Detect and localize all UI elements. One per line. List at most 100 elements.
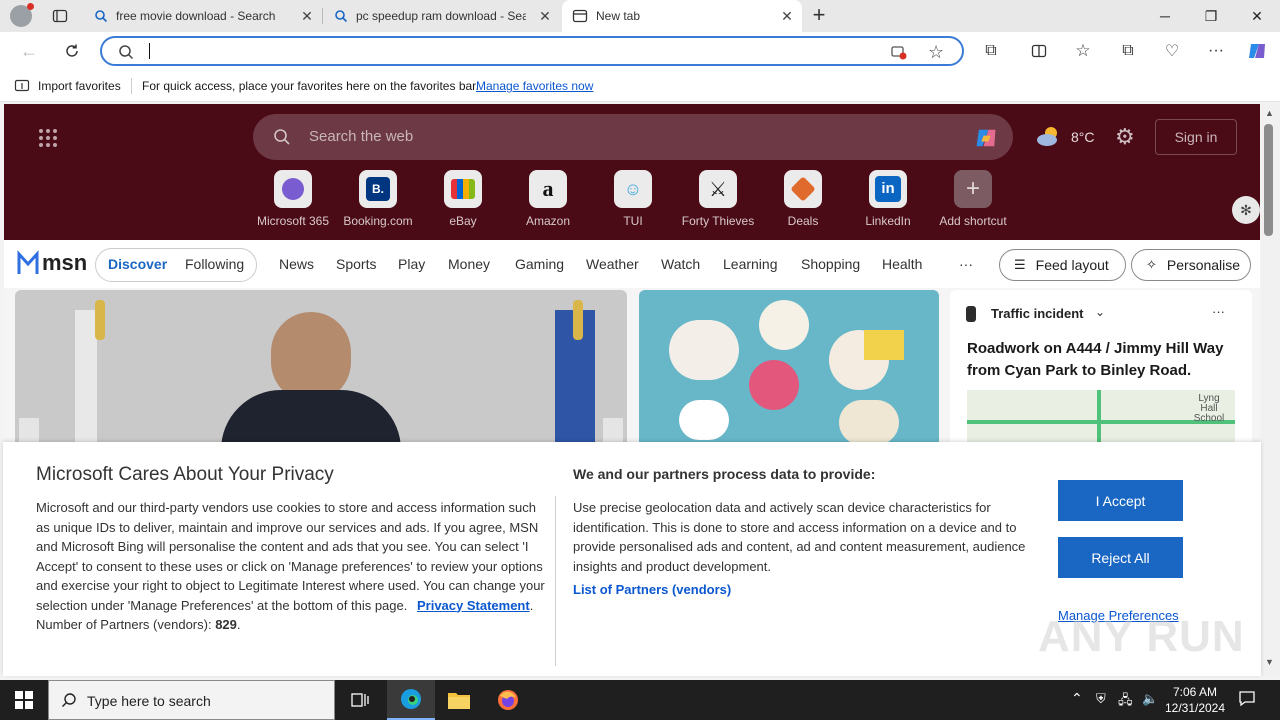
nav-news[interactable]: News bbox=[279, 256, 314, 272]
back-button[interactable]: ← bbox=[16, 38, 42, 64]
nav-health[interactable]: Health bbox=[882, 256, 922, 272]
nav-play[interactable]: Play bbox=[398, 256, 425, 272]
tab-pc-speedup[interactable]: pc speedup ram download - Search ✕ bbox=[324, 0, 560, 32]
close-icon[interactable]: ✕ bbox=[300, 9, 314, 23]
shortcut-ebay[interactable]: eBay bbox=[420, 170, 506, 228]
profile-avatar[interactable] bbox=[10, 3, 34, 27]
security-tray-icon[interactable]: ⛨ bbox=[1096, 691, 1106, 707]
list-of-partners-link[interactable]: List of Partners (vendors) bbox=[573, 582, 731, 597]
feed-layout-button[interactable]: ☰ Feed layout bbox=[999, 249, 1126, 281]
browser-toolbar: ← ☆ ⧉ ☆ ⧉ ♡ ··· bbox=[0, 32, 1280, 70]
app-launcher-icon[interactable] bbox=[38, 128, 58, 148]
shortcut-deals[interactable]: Deals bbox=[760, 170, 846, 228]
collections-icon[interactable]: ⧉ bbox=[1115, 38, 1141, 64]
tab-title: pc speedup ram download - Search bbox=[356, 9, 526, 23]
nav-sports[interactable]: Sports bbox=[336, 256, 376, 272]
food-image-card[interactable] bbox=[639, 290, 939, 450]
shortcut-tui[interactable]: ☺ TUI bbox=[590, 170, 676, 228]
taskbar-search-box[interactable]: Type here to search bbox=[48, 680, 335, 720]
extensions-icon[interactable]: ⧉ bbox=[978, 38, 1004, 64]
news-hero-card[interactable] bbox=[15, 290, 627, 450]
start-button[interactable] bbox=[0, 680, 48, 720]
deals-tag-icon bbox=[790, 176, 816, 202]
network-icon[interactable]: 🖧 bbox=[1118, 691, 1133, 713]
import-favorites-button[interactable]: Import favorites bbox=[38, 79, 121, 93]
shortcut-add[interactable]: + Add shortcut bbox=[930, 170, 1016, 228]
taskbar-clock[interactable]: 7:06 AM 12/31/2024 bbox=[1162, 684, 1228, 716]
edge-taskbar-icon[interactable] bbox=[387, 680, 435, 720]
personalise-button[interactable]: ✧ Personalise bbox=[1131, 249, 1251, 281]
msn-logo[interactable]: msn bbox=[16, 250, 87, 276]
import-favorites-icon[interactable] bbox=[14, 78, 30, 94]
nav-more-icon[interactable]: ··· bbox=[959, 256, 973, 272]
shortcut-microsoft-365[interactable]: Microsoft 365 bbox=[250, 170, 336, 228]
msn-header: Search the web 8°C ⚙ Sign in ✻ Microsoft… bbox=[4, 104, 1260, 240]
copilot-icon[interactable] bbox=[973, 125, 999, 151]
minimize-button[interactable]: ─ bbox=[1142, 0, 1188, 32]
manage-favorites-link[interactable]: Manage favorites now bbox=[476, 79, 593, 93]
microsoft-365-icon bbox=[282, 178, 304, 200]
close-icon[interactable]: ✕ bbox=[538, 9, 552, 23]
nav-weather[interactable]: Weather bbox=[586, 256, 639, 272]
split-screen-icon[interactable] bbox=[1026, 38, 1052, 64]
new-tab-button[interactable]: + bbox=[808, 4, 830, 27]
shortcut-forty-thieves[interactable]: ⚔ Forty Thieves bbox=[675, 170, 761, 228]
reject-all-button[interactable]: Reject All bbox=[1058, 537, 1183, 578]
customize-icon[interactable]: ✻ bbox=[1232, 196, 1260, 224]
scroll-up-icon[interactable]: ▲ bbox=[1265, 108, 1274, 118]
tab-new-tab[interactable]: New tab ✕ bbox=[562, 0, 802, 32]
sliders-icon: ☰ bbox=[1014, 257, 1026, 272]
close-window-button[interactable]: ✕ bbox=[1234, 0, 1280, 32]
privacy-title: Microsoft Cares About Your Privacy bbox=[36, 464, 334, 485]
settings-gear-icon[interactable]: ⚙ bbox=[1115, 124, 1135, 150]
clock-date: 12/31/2024 bbox=[1164, 701, 1226, 715]
nav-gaming[interactable]: Gaming bbox=[515, 256, 564, 272]
favorite-star-icon[interactable]: ☆ bbox=[928, 42, 944, 63]
shortcut-linkedin[interactable]: in LinkedIn bbox=[845, 170, 931, 228]
shortcut-amazon[interactable]: a Amazon bbox=[505, 170, 591, 228]
close-icon[interactable]: ✕ bbox=[780, 9, 794, 23]
firefox-icon[interactable] bbox=[484, 680, 532, 720]
favorites-icon[interactable]: ☆ bbox=[1070, 38, 1096, 64]
address-input[interactable] bbox=[142, 42, 842, 60]
traffic-map[interactable]: Lyng Hall School bbox=[967, 390, 1235, 450]
scroll-down-icon[interactable]: ▼ bbox=[1265, 657, 1274, 667]
tab-following[interactable]: Following bbox=[185, 256, 244, 272]
shortcut-booking[interactable]: B. Booking.com bbox=[335, 170, 421, 228]
tab-actions-icon[interactable] bbox=[52, 8, 68, 24]
address-bar[interactable]: ☆ bbox=[100, 36, 964, 66]
nav-watch[interactable]: Watch bbox=[661, 256, 700, 272]
refresh-button[interactable] bbox=[59, 38, 85, 64]
task-view-icon[interactable] bbox=[336, 680, 384, 720]
restore-button[interactable]: ❐ bbox=[1188, 0, 1234, 32]
volume-icon[interactable]: 🔈 bbox=[1142, 691, 1158, 707]
weather-icon[interactable] bbox=[1036, 124, 1062, 148]
copilot-icon[interactable] bbox=[1244, 38, 1270, 64]
nav-money[interactable]: Money bbox=[448, 256, 490, 272]
accept-button[interactable]: I Accept bbox=[1058, 480, 1183, 521]
web-search-box[interactable]: Search the web bbox=[253, 114, 1013, 160]
tab-discover[interactable]: Discover bbox=[108, 256, 167, 272]
search-icon bbox=[118, 44, 134, 60]
nav-learning[interactable]: Learning bbox=[723, 256, 778, 272]
more-menu-icon[interactable]: ··· bbox=[1203, 38, 1229, 64]
traffic-incident-card[interactable]: Traffic incident ⌄ ··· Roadwork on A444 … bbox=[950, 290, 1252, 450]
show-hidden-icons-icon[interactable]: ⌃ bbox=[1071, 690, 1083, 707]
favorites-hint: For quick access, place your favorites h… bbox=[142, 79, 479, 93]
page-scrollbar[interactable]: ▲ ▼ bbox=[1261, 104, 1280, 676]
card-more-icon[interactable]: ··· bbox=[1212, 304, 1225, 319]
scrollbar-thumb[interactable] bbox=[1264, 124, 1273, 236]
sign-in-button[interactable]: Sign in bbox=[1155, 119, 1237, 155]
tab-free-movie-download[interactable]: free movie download - Search ✕ bbox=[84, 0, 322, 32]
browser-essentials-icon[interactable]: ♡ bbox=[1159, 38, 1185, 64]
privacy-statement-link[interactable]: Privacy Statement bbox=[417, 598, 530, 613]
traffic-light-icon bbox=[966, 306, 976, 322]
notification-icon[interactable] bbox=[1238, 689, 1256, 707]
nav-shopping[interactable]: Shopping bbox=[801, 256, 860, 272]
traffic-headline[interactable]: Roadwork on A444 / Jimmy Hill Way from C… bbox=[967, 338, 1242, 382]
weather-temperature[interactable]: 8°C bbox=[1071, 129, 1095, 145]
tracking-prevention-icon[interactable] bbox=[890, 43, 908, 61]
windows-taskbar: Type here to search ⌃ ⛨ 🖧 🔈 7:06 AM 12/3… bbox=[0, 680, 1280, 720]
chevron-down-icon[interactable]: ⌄ bbox=[1095, 305, 1105, 319]
file-explorer-icon[interactable] bbox=[435, 680, 483, 720]
